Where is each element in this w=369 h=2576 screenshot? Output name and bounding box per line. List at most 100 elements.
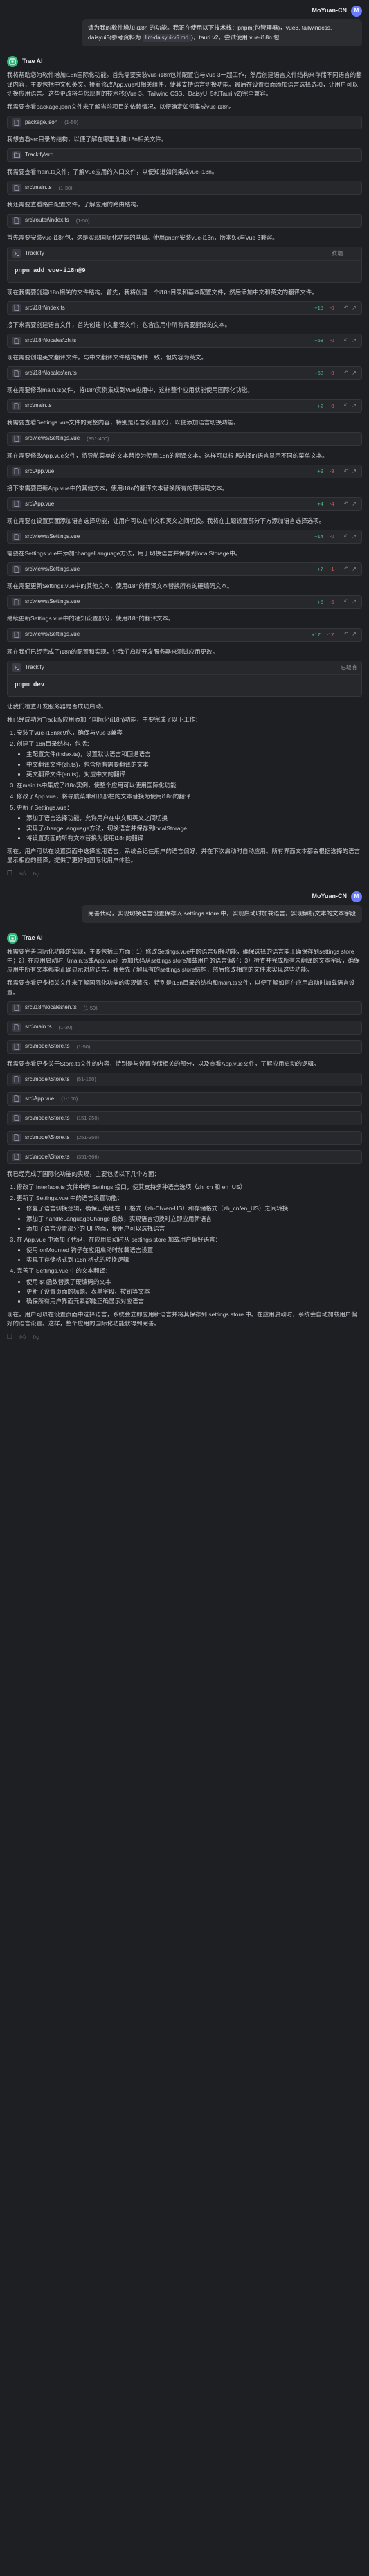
revert-icon[interactable]: ↶ — [344, 565, 349, 573]
open-diff-icon[interactable]: ↗ — [352, 565, 357, 573]
copy-icon[interactable]: ❐ — [7, 869, 12, 879]
file-icon — [12, 337, 21, 346]
file-view-card[interactable]: src\i18n\locales\en.ts (1-59) — [7, 1001, 362, 1015]
file-path: src\model\Store.ts — [25, 1075, 70, 1082]
ai-message-1: Trae AI 我将帮助您为软件增加i18n国际化功能。首先需要安装vue-i1… — [7, 56, 362, 879]
ai-closing: 现在，用户可以在设置页面中选择语言，系统会立即应用新语言并将其保存到 setti… — [7, 1311, 357, 1327]
revert-icon[interactable]: ↶ — [344, 467, 349, 476]
file-view-card[interactable]: src\model\Store.ts (51-150) — [7, 1072, 362, 1086]
ai-name: Trae AI — [22, 933, 43, 941]
revert-icon[interactable]: ↶ — [344, 533, 349, 541]
file-edit-card[interactable]: src\views\Settings.vue +5 -5 ↶ ↗ — [7, 595, 362, 609]
more-icon[interactable]: ⋯ — [351, 249, 357, 258]
ai-paragraph: 接下来需要更新App.vue中的其他文本，使用i18n的翻译文本替换所有的硬编码… — [7, 484, 228, 492]
open-diff-icon[interactable]: ↗ — [352, 304, 357, 312]
reference-chip[interactable]: llm-daisyui-v5.md — [142, 33, 192, 43]
open-diff-icon[interactable]: ↗ — [352, 533, 357, 541]
file-view-card[interactable]: src\main.ts (1-30) — [7, 1020, 362, 1035]
file-icon — [12, 499, 21, 508]
file-view-card[interactable]: src\App.vue (1-100) — [7, 1091, 362, 1106]
message-actions: ❐ 👍︎ 👎︎ — [7, 1332, 362, 1342]
file-edit-card[interactable]: src\views\Settings.vue +14 -0 ↶ ↗ — [7, 530, 362, 544]
copy-icon[interactable]: ❐ — [7, 1332, 12, 1342]
user-bubble: 完善代码，实现切换语言设置保存入 settings store 中，实现启动时加… — [82, 905, 362, 923]
file-range: (1-59) — [83, 1004, 98, 1011]
open-diff-icon[interactable]: ↗ — [352, 630, 357, 638]
ai-paragraph: 现在我们已经完成了i18n的配置和实现，让我们启动开发服务器来测试应用更改。 — [7, 647, 219, 655]
lines-added: +58 — [314, 370, 323, 377]
thumbs-up-icon[interactable]: 👍︎ — [19, 1332, 26, 1342]
file-view-card[interactable]: src\model\Store.ts (151-250) — [7, 1111, 362, 1125]
lines-removed: -0 — [329, 305, 334, 312]
revert-icon[interactable]: ↶ — [344, 369, 349, 377]
file-edit-card[interactable]: src\i18n\index.ts +15 -0 ↶ ↗ — [7, 301, 362, 315]
summary-substep: 将设置页面的所有文本替换为使用i18n的翻译 — [26, 834, 362, 843]
summary-step: 完善了 Settings.vue 中的文本翻译： 使用 $t 函数替换了硬编码的… — [17, 1267, 362, 1306]
file-path: src\main.ts — [25, 1023, 52, 1030]
file-edit-card[interactable]: src\App.vue +4 -4 ↶ ↗ — [7, 497, 362, 511]
summary-substep: 添加了语言设置部分的 UI 界面，使用户可以选择语言 — [26, 1224, 362, 1233]
revert-icon[interactable]: ↶ — [344, 402, 349, 410]
file-view-card[interactable]: src\model\Store.ts (1-50) — [7, 1039, 362, 1054]
folder-path: Trackify\src — [25, 152, 53, 159]
file-edit-card[interactable]: src\i18n\locales\en.ts +58 -0 ↶ ↗ — [7, 366, 362, 381]
revert-icon[interactable]: ↶ — [344, 304, 349, 312]
open-diff-icon[interactable]: ↗ — [352, 598, 357, 606]
thumbs-down-icon[interactable]: 👎︎ — [33, 869, 39, 879]
open-diff-icon[interactable]: ↗ — [352, 467, 357, 476]
summary-substep: 添加了语言选择功能，允许用户在中文和英文之间切换 — [26, 814, 362, 823]
file-view-card[interactable]: package.json (1-50) — [7, 116, 362, 130]
revert-icon[interactable]: ↶ — [344, 598, 349, 606]
file-icon — [12, 598, 21, 607]
file-range: (351-366) — [76, 1154, 99, 1161]
terminal-header: Trackify 已取消 — [8, 661, 361, 675]
file-view-card[interactable]: src\router\index.ts (1-50) — [7, 213, 362, 228]
ai-intro: 我需要完善国际化功能的实现，主要包括三方面：1）修改Settings.vue中的… — [7, 947, 360, 974]
ai-paragraph: 首先需要安装vue-i18n包，这是实现国际化功能的基础。使用pnpm安装vue… — [7, 233, 278, 241]
file-view-card[interactable]: src\views\Settings.vue (351-400) — [7, 431, 362, 446]
file-range: (1-30) — [58, 184, 73, 191]
file-range: (351-400) — [87, 435, 109, 442]
summary-substep: 使用 onMounted 钩子在应用启动时加载语言设置 — [26, 1246, 362, 1255]
user-message-1: MoYuan-CN M 请为我的软件增加 i18n 的功能。我正在使用以下技术栈… — [7, 6, 362, 47]
open-diff-icon[interactable]: ↗ — [352, 337, 357, 345]
ai-header: Trae AI — [7, 932, 362, 944]
open-diff-icon[interactable]: ↗ — [352, 500, 357, 508]
file-range: (1-30) — [58, 1023, 73, 1030]
open-diff-icon[interactable]: ↗ — [352, 369, 357, 377]
terminal-status: 终端 — [332, 250, 343, 257]
revert-icon[interactable]: ↶ — [344, 500, 349, 508]
trae-logo-icon — [7, 932, 18, 944]
thumbs-down-icon[interactable]: 👎︎ — [33, 1332, 39, 1342]
summary-steps: 修改了 Interface.ts 文件中的 Settings 接口，使其支持多种… — [17, 1183, 362, 1306]
file-range: (1-50) — [75, 217, 90, 224]
file-edit-card[interactable]: src\App.vue +9 -9 ↶ ↗ — [7, 464, 362, 478]
file-view-card[interactable]: src\model\Store.ts (351-366) — [7, 1150, 362, 1164]
lines-added: +2 — [317, 402, 323, 409]
folder-view-card[interactable]: Trackify\src — [7, 148, 362, 163]
user-bubble: 请为我的软件增加 i18n 的功能。我正在使用以下技术栈：pnpm(包管理器)，… — [82, 19, 362, 47]
file-edit-card[interactable]: src\i18n\locales\zh.ts +58 -0 ↶ ↗ — [7, 334, 362, 348]
open-diff-icon[interactable]: ↗ — [352, 402, 357, 410]
revert-icon[interactable]: ↶ — [344, 630, 349, 638]
file-view-card[interactable]: src\model\Store.ts (251-350) — [7, 1130, 362, 1145]
lines-removed: -4 — [329, 501, 334, 508]
trae-logo-icon — [7, 56, 18, 68]
file-edit-card[interactable]: src\views\Settings.vue +17 -17 ↶ ↗ — [7, 627, 362, 642]
ai-paragraph: 现在需要修改App.vue文件，将导航菜单的文本替换为使用i18n的翻译文本，这… — [7, 451, 328, 459]
file-view-card[interactable]: src\main.ts (1-30) — [7, 181, 362, 195]
thumbs-up-icon[interactable]: 👍︎ — [19, 869, 26, 879]
ai-closing: 现在，用户可以在设置页面中选择应用语言，系统会记住用户的语言偏好，并在下次启动时… — [7, 847, 361, 864]
terminal-title: Trackify — [25, 664, 44, 671]
ai-paragraph: 接下来需要创建语言文件，首先创建中文翻译文件，包含应用中所有需要翻译的文本。 — [7, 321, 231, 328]
lines-removed: -0 — [329, 370, 334, 377]
file-path: src\views\Settings.vue — [25, 598, 80, 605]
ai-paragraph: 我想查看src目录的结构，以便了解在哪里创建i18n相关文件。 — [7, 136, 168, 143]
file-edit-card[interactable]: src\views\Settings.vue +7 -1 ↶ ↗ — [7, 562, 362, 577]
revert-icon[interactable]: ↶ — [344, 337, 349, 345]
lines-removed: -0 — [329, 337, 334, 344]
ai-paragraph: 现在需要在设置页面添加语言选择功能，让用户可以在中文和英文之间切换。我将在主题设… — [7, 517, 325, 524]
file-edit-card[interactable]: src\main.ts +2 -0 ↶ ↗ — [7, 399, 362, 413]
file-icon — [12, 565, 21, 574]
lines-removed: -0 — [329, 533, 334, 540]
